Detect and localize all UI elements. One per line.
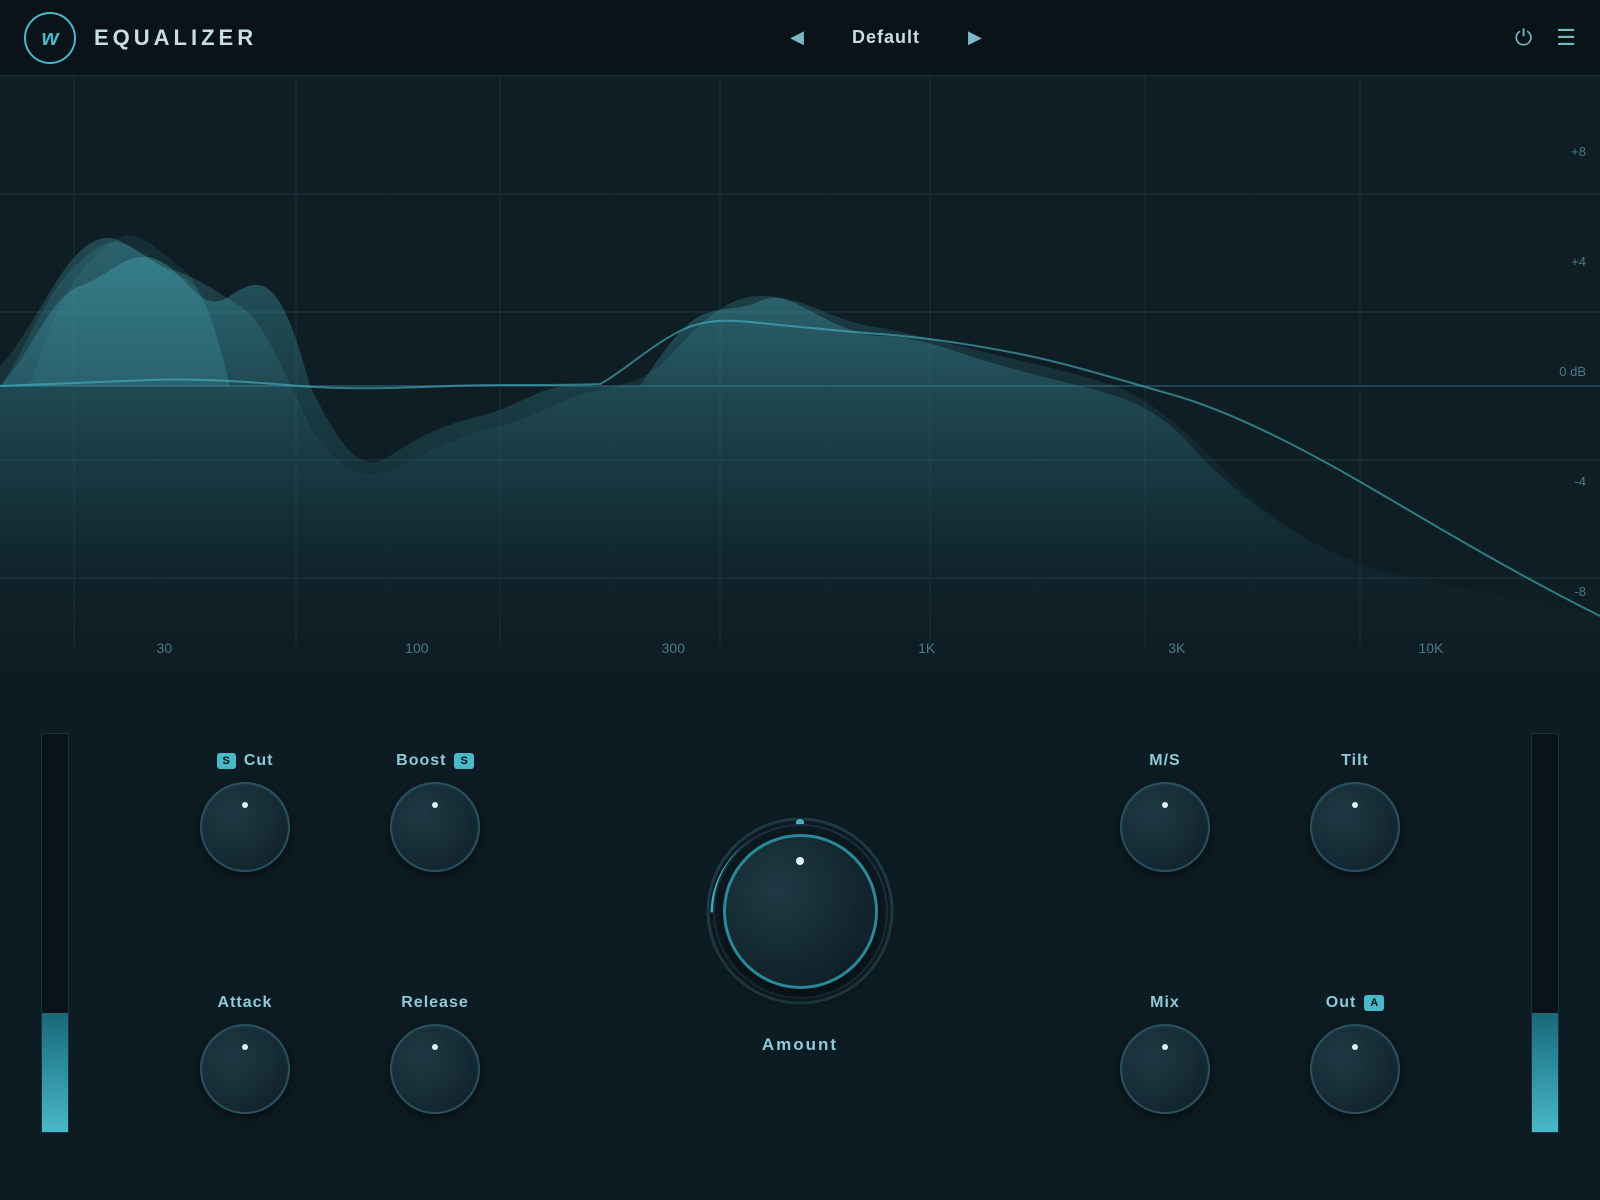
vu-bar-left: 0 3 6 9 12 15 18 21 25 30 35 40 45 50 60: [41, 733, 69, 1133]
logo-w: w: [41, 25, 58, 51]
tilt-knob-dot: [1352, 802, 1358, 808]
freq-labels: 30 100 300 1K 3K 10K: [0, 640, 1600, 656]
cut-knob-dot: [242, 802, 248, 808]
db-label-neg4: -4: [1559, 474, 1586, 489]
cut-group: S Cut: [200, 752, 290, 872]
amount-group: Amount: [700, 811, 900, 1055]
mix-label: Mix: [1150, 994, 1180, 1012]
db-labels: +8 +4 0 dB -4 -8: [1559, 76, 1586, 666]
amount-knob-wrapper: [700, 811, 900, 1011]
freq-100: 100: [405, 640, 428, 656]
mix-label-row: Mix: [1150, 994, 1180, 1012]
ms-group: M/S: [1120, 752, 1210, 872]
vu-meter-right: 0 3 6 9 12 15 18 21 25 30 35 40 45 50 60: [1490, 666, 1600, 1200]
app-title: EQUALIZER: [94, 25, 257, 51]
ms-knob[interactable]: [1120, 782, 1210, 872]
header: w EQUALIZER ◀ Default ▶ ⏻ ☰: [0, 0, 1600, 76]
tilt-label: Tilt: [1341, 752, 1369, 770]
cut-label-row: S Cut: [217, 752, 274, 770]
tilt-group: Tilt: [1310, 752, 1400, 872]
controls-panel: 0 3 6 9 12 15 18 21 25 30 35 40 45 50 60: [0, 666, 1600, 1200]
attack-label-row: Attack: [218, 994, 273, 1012]
ms-label: M/S: [1149, 752, 1180, 770]
out-label-row: Out A: [1326, 994, 1385, 1012]
freq-300: 300: [662, 640, 685, 656]
mix-knob-dot: [1162, 1044, 1168, 1050]
cut-label: Cut: [244, 752, 274, 770]
cut-s-badge[interactable]: S: [217, 753, 236, 769]
boost-knob[interactable]: [390, 782, 480, 872]
boost-s-badge[interactable]: S: [454, 753, 473, 769]
out-knob-dot: [1352, 1044, 1358, 1050]
ms-knob-dot: [1162, 802, 1168, 808]
tilt-knob[interactable]: [1310, 782, 1400, 872]
freq-3k: 3K: [1168, 640, 1185, 656]
menu-button[interactable]: ☰: [1556, 25, 1576, 51]
attack-label: Attack: [218, 994, 273, 1012]
release-label-row: Release: [401, 994, 469, 1012]
vu-scale-svg-right: 0 3 6 9 12 15 18 21 25 30 35 40 45 50 60: [1532, 734, 1558, 1132]
eq-display: +8 +4 0 dB -4 -8 30 100 300 1K 3K 10K: [0, 76, 1600, 666]
amount-knob-dot: [796, 857, 804, 865]
boost-group: Boost S: [390, 752, 480, 872]
release-label: Release: [401, 994, 469, 1012]
out-group: Out A: [1310, 994, 1400, 1114]
eq-grid-svg: [0, 76, 1600, 666]
freq-1k: 1K: [918, 640, 935, 656]
attack-knob[interactable]: [200, 1024, 290, 1114]
vu-meter-left: 0 3 6 9 12 15 18 21 25 30 35 40 45 50 60: [0, 666, 110, 1200]
ms-label-row: M/S: [1149, 752, 1180, 770]
release-group: Release: [390, 994, 480, 1114]
logo: w: [24, 12, 76, 64]
amount-knob[interactable]: [723, 834, 878, 989]
db-label-0: 0 dB: [1559, 364, 1586, 379]
boost-knob-dot: [432, 802, 438, 808]
header-left: w EQUALIZER: [24, 12, 257, 64]
preset-nav: ◀ Default ▶: [782, 19, 990, 56]
amount-label: Amount: [762, 1035, 838, 1055]
next-preset-button[interactable]: ▶: [960, 19, 990, 56]
db-label-4: +4: [1559, 254, 1586, 269]
release-knob[interactable]: [390, 1024, 480, 1114]
controls-grid: S Cut Boost S: [110, 666, 1490, 1200]
preset-name: Default: [852, 27, 920, 48]
attack-knob-dot: [242, 1044, 248, 1050]
out-a-badge[interactable]: A: [1364, 995, 1384, 1011]
mix-group: Mix: [1120, 994, 1210, 1114]
out-knob[interactable]: [1310, 1024, 1400, 1114]
release-knob-dot: [432, 1044, 438, 1050]
prev-preset-button[interactable]: ◀: [782, 19, 812, 56]
vu-bar-right: 0 3 6 9 12 15 18 21 25 30 35 40 45 50 60: [1531, 733, 1559, 1133]
vu-scale-svg-left: 0 3 6 9 12 15 18 21 25 30 35 40 45 50 60: [42, 734, 68, 1132]
out-label: Out: [1326, 994, 1357, 1012]
boost-label: Boost: [396, 752, 446, 770]
freq-30: 30: [157, 640, 173, 656]
power-button[interactable]: ⏻: [1515, 25, 1532, 51]
cut-knob[interactable]: [200, 782, 290, 872]
mix-knob[interactable]: [1120, 1024, 1210, 1114]
attack-group: Attack: [200, 994, 290, 1114]
db-label-neg8: -8: [1559, 584, 1586, 599]
tilt-label-row: Tilt: [1341, 752, 1369, 770]
header-right: ⏻ ☰: [1515, 25, 1576, 51]
boost-label-row: Boost S: [396, 752, 474, 770]
db-label-8: +8: [1559, 144, 1586, 159]
freq-10k: 10K: [1418, 640, 1443, 656]
